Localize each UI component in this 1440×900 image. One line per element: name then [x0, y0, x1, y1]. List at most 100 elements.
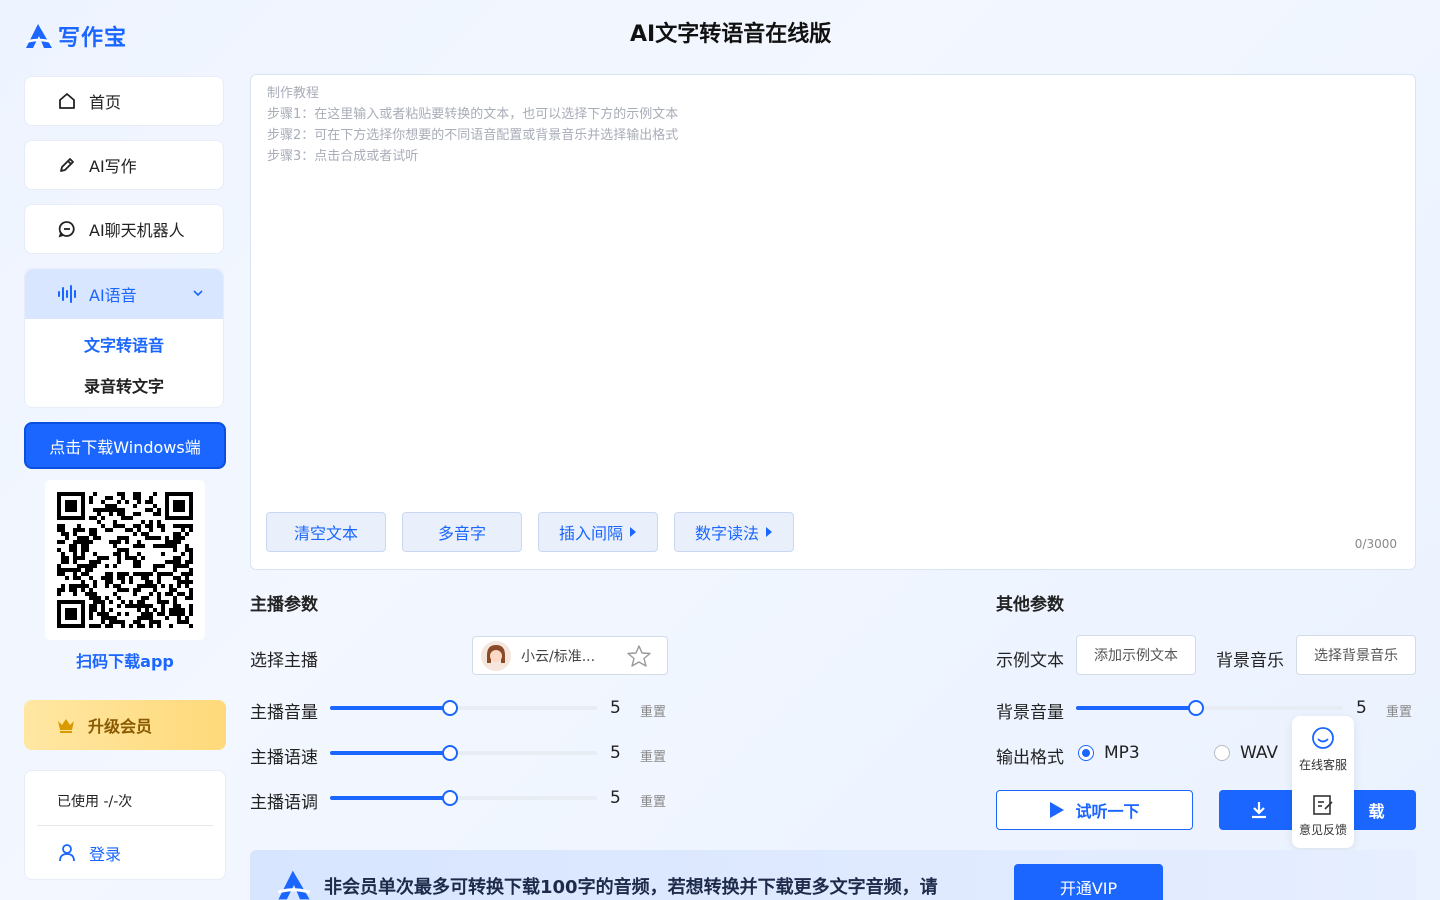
example-text-label: 示例文本: [996, 651, 1064, 671]
select-host-label: 选择主播: [250, 651, 318, 671]
add-example-button[interactable]: 添加示例文本: [1076, 635, 1196, 675]
format-wav-label: WAV: [1240, 743, 1279, 763]
char-counter: 0/3000: [1354, 537, 1397, 551]
qr-code-image: [57, 492, 193, 628]
slider-fill: [330, 751, 451, 755]
qr-label: 扫码下载app: [76, 652, 174, 671]
host-avatar: [481, 640, 511, 671]
page-title: AI文字转语音在线版: [630, 22, 832, 47]
sidebar-item-label: 首页: [89, 93, 122, 112]
bgm-volume-value: 5: [1356, 698, 1367, 718]
star-icon[interactable]: [627, 645, 651, 667]
listen-button[interactable]: 试听一下: [996, 790, 1193, 830]
host-params-title: 主播参数: [250, 595, 318, 615]
radio-dot: [1214, 745, 1230, 761]
chevron-down-icon: [193, 290, 203, 297]
bgm-volume-reset[interactable]: 重置: [1386, 701, 1412, 720]
sidebar-item-ai-chat[interactable]: AI聊天机器人: [24, 204, 224, 254]
sidebar-item-label: AI聊天机器人: [89, 221, 185, 240]
caret-right-icon: [766, 527, 772, 537]
chat-icon: [58, 221, 75, 238]
host-volume-slider[interactable]: [330, 700, 597, 716]
host-pitch-label: 主播语调: [250, 793, 318, 813]
host-speed-label: 主播语速: [250, 748, 318, 768]
placeholder-line: 制作教程: [267, 86, 320, 101]
host-pitch-value: 5: [610, 788, 621, 808]
other-params-title: 其他参数: [996, 595, 1064, 615]
home-icon: [59, 93, 75, 109]
upgrade-vip-label: 升级会员: [88, 717, 153, 736]
host-speed-value: 5: [610, 743, 621, 763]
bgm-volume-label: 背景音量: [996, 703, 1064, 723]
sidebar-group-ai-voice: AI语音 文字转语音 录音转文字: [24, 268, 224, 408]
sidebar-item-home[interactable]: 首页: [24, 76, 224, 126]
host-name: 小云/标准...: [521, 648, 596, 665]
placeholder-line: 步骤3：点击合成或者试听: [267, 149, 419, 164]
select-bgm-button[interactable]: 选择背景音乐: [1296, 635, 1416, 675]
login-button[interactable]: 登录: [57, 841, 121, 865]
host-pitch-slider[interactable]: [330, 790, 597, 806]
slider-fill: [330, 796, 451, 800]
format-mp3-radio[interactable]: MP3: [1078, 743, 1140, 763]
feedback-button[interactable]: 意见反馈: [1292, 782, 1354, 848]
clear-text-label: 清空文本: [293, 524, 358, 543]
slider-fill: [330, 706, 451, 710]
sidebar-item-label: AI语音: [89, 286, 137, 305]
slider-knob[interactable]: [442, 790, 459, 806]
host-pitch-reset[interactable]: 重置: [640, 791, 666, 810]
host-volume-label: 主播音量: [250, 703, 318, 723]
caret-right-icon: [630, 527, 636, 537]
host-volume-reset[interactable]: 重置: [640, 701, 666, 720]
online-service-button[interactable]: 在线客服: [1292, 716, 1354, 782]
usage-count: 已使用 -/-次: [57, 794, 133, 810]
logo-icon: [25, 24, 53, 48]
sidebar-subitem-stt[interactable]: 录音转文字: [25, 364, 223, 405]
output-format-label: 输出格式: [996, 748, 1064, 768]
brand-logo[interactable]: 写作宝: [24, 20, 127, 52]
sidebar-item-ai-voice[interactable]: AI语音: [25, 269, 223, 319]
user-icon: [59, 844, 75, 862]
host-speed-reset[interactable]: 重置: [640, 746, 666, 765]
sidebar-item-ai-writing[interactable]: AI写作: [24, 140, 224, 190]
host-select[interactable]: 小云/标准...: [472, 636, 668, 675]
vip-banner: 非会员单次最多可转换下载100字的音频，若想转换并下载更多文字音频，请 开通VI…: [250, 850, 1416, 900]
format-mp3-label: MP3: [1104, 743, 1140, 763]
upgrade-vip-button[interactable]: 升级会员: [24, 700, 226, 750]
bgm-volume-slider[interactable]: [1076, 700, 1343, 716]
pencil-icon: [60, 158, 74, 172]
polyphone-label: 多音字: [437, 524, 486, 543]
editor-placeholder: 制作教程 步骤1：在这里输入或者粘贴要转换的文本，也可以选择下方的示例文本 步骤…: [267, 83, 678, 167]
audio-wave-icon: [58, 285, 76, 303]
download-windows-button[interactable]: 点击下载Windows端: [24, 422, 226, 469]
polyphone-button[interactable]: 多音字: [402, 512, 522, 552]
sidebar-subitem-tts[interactable]: 文字转语音: [25, 323, 223, 364]
logo-icon: [277, 870, 311, 900]
smile-chat-icon: [1312, 726, 1334, 749]
slider-knob[interactable]: [442, 745, 459, 761]
edit-note-icon: [1313, 794, 1333, 815]
clear-text-button[interactable]: 清空文本: [266, 512, 386, 552]
login-label: 登录: [89, 845, 122, 864]
slider-knob[interactable]: [442, 700, 459, 716]
open-vip-button[interactable]: 开通VIP: [1014, 864, 1163, 900]
user-card: 已使用 -/-次 登录: [24, 770, 226, 880]
slider-knob[interactable]: [1188, 700, 1205, 716]
listen-label: 试听一下: [1075, 802, 1140, 821]
insert-pause-button[interactable]: 插入间隔: [538, 512, 658, 552]
placeholder-line: 步骤2：可在下方选择你想要的不同语音配置或背景音乐并选择输出格式: [267, 128, 679, 143]
text-editor[interactable]: 制作教程 步骤1：在这里输入或者粘贴要转换的文本，也可以选择下方的示例文本 步骤…: [250, 74, 1416, 570]
online-service-label: 在线客服: [1298, 757, 1347, 772]
slider-fill: [1076, 706, 1197, 710]
number-reading-button[interactable]: 数字读法: [674, 512, 794, 552]
divider: [37, 825, 213, 826]
format-wav-radio[interactable]: WAV: [1214, 743, 1278, 763]
radio-dot: [1078, 745, 1094, 761]
crown-icon: [58, 719, 74, 733]
download-icon: [1252, 802, 1267, 819]
host-volume-value: 5: [610, 698, 621, 718]
play-icon: [1050, 802, 1065, 818]
banner-text: 非会员单次最多可转换下载100字的音频，若想转换并下载更多文字音频，请: [324, 877, 938, 898]
host-speed-slider[interactable]: [330, 745, 597, 761]
bgm-label: 背景音乐: [1216, 651, 1284, 671]
feedback-label: 意见反馈: [1298, 822, 1347, 837]
